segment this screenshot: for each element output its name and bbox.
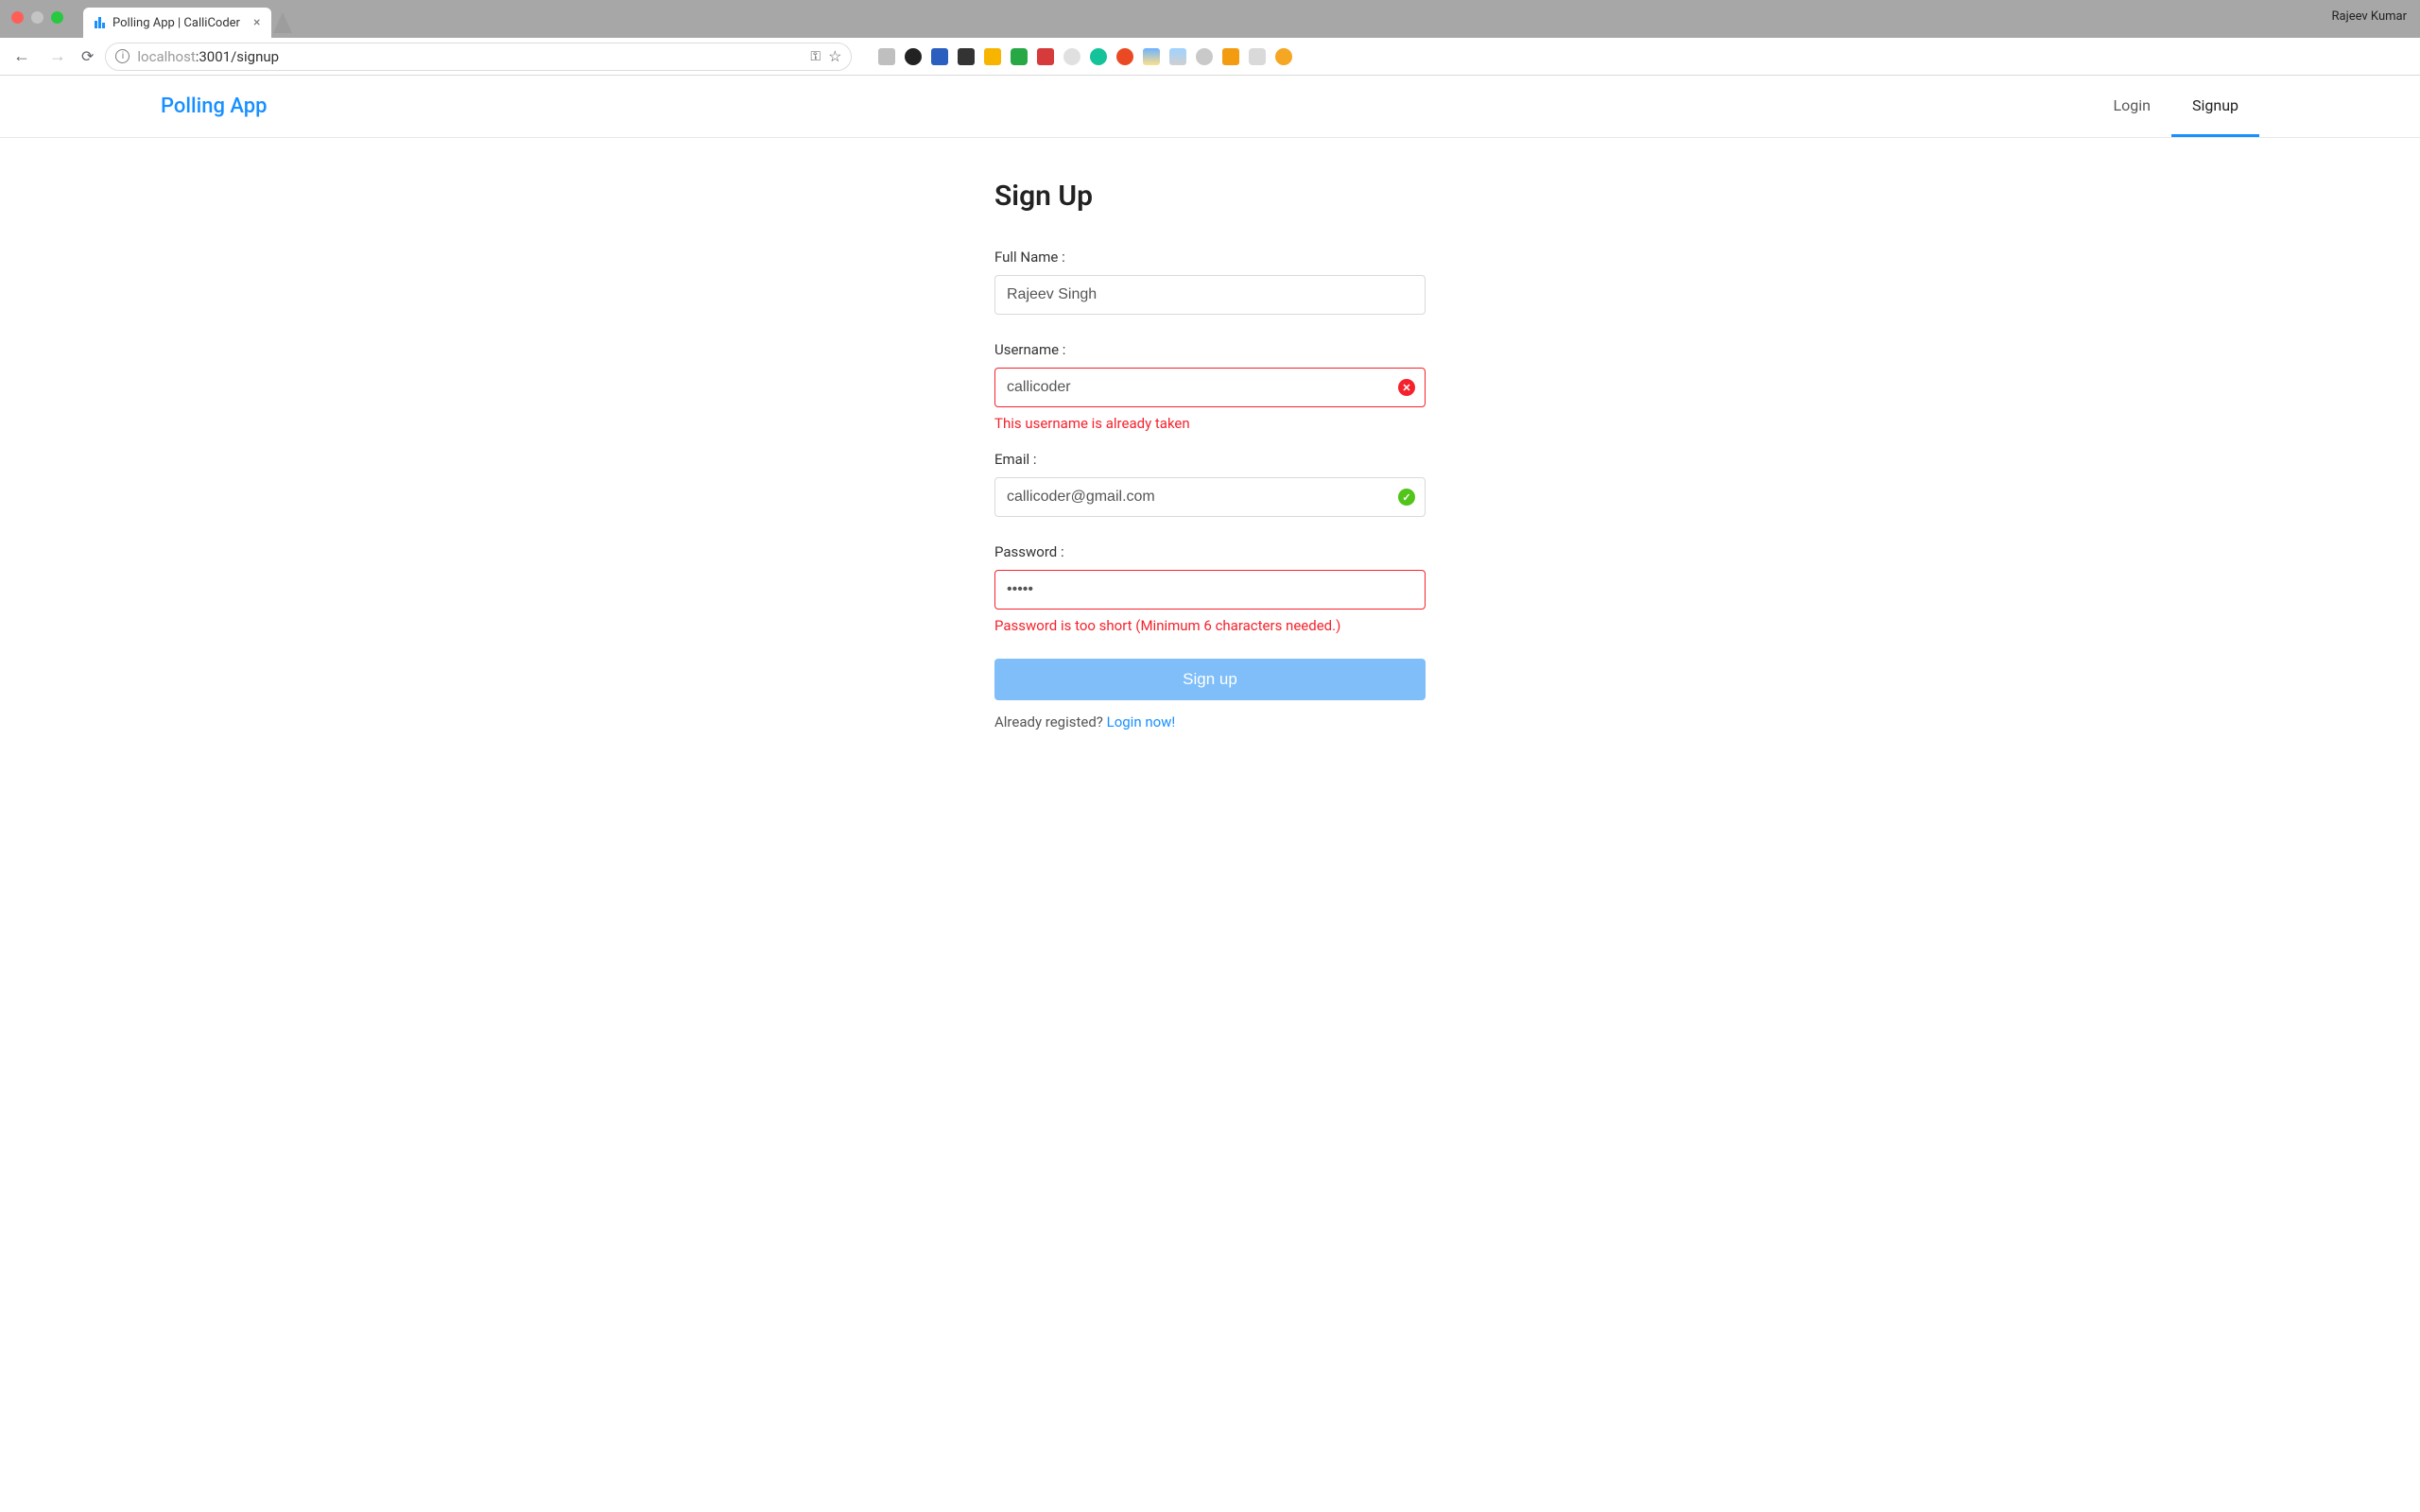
username-input-wrap: ✕	[994, 368, 1426, 407]
username-error: This username is already taken	[994, 415, 1426, 432]
error-icon: ✕	[1398, 379, 1415, 396]
nav-signup[interactable]: Signup	[2171, 76, 2259, 137]
maximize-window-icon[interactable]	[51, 11, 63, 24]
email-label: Email :	[994, 451, 1426, 468]
extension-icon[interactable]	[1196, 48, 1213, 65]
extension-icon[interactable]	[1249, 48, 1266, 65]
nav-login[interactable]: Login	[2093, 76, 2171, 137]
app-header: Polling App Login Signup	[0, 76, 2420, 138]
back-button[interactable]: ←	[9, 46, 34, 66]
browser-toolbar: ← → ⟳ i localhost:3001/signup ⚿ ☆	[0, 38, 2420, 76]
brand-logo[interactable]: Polling App	[161, 94, 268, 118]
password-error: Password is too short (Minimum 6 charact…	[994, 617, 1426, 634]
minimize-window-icon[interactable]	[31, 11, 43, 24]
field-username: Username : ✕ This username is already ta…	[994, 341, 1426, 432]
extension-icon[interactable]	[1063, 48, 1080, 65]
extension-icon[interactable]	[931, 48, 948, 65]
fullname-input-wrap	[994, 275, 1426, 315]
bookmark-star-icon[interactable]: ☆	[828, 47, 841, 65]
window-controls	[11, 11, 63, 24]
titlebar: Polling App | CalliCoder × Rajeev Kumar	[0, 0, 2420, 38]
signup-button[interactable]: Sign up	[994, 659, 1426, 700]
login-now-link[interactable]: Login now!	[1107, 713, 1176, 730]
extension-icon[interactable]	[1090, 48, 1107, 65]
favicon-icon	[95, 17, 105, 28]
forward-button: →	[45, 46, 70, 66]
close-window-icon[interactable]	[11, 11, 24, 24]
login-hint-text: Already registed?	[994, 713, 1107, 730]
fullname-label: Full Name :	[994, 249, 1426, 266]
tab-close-icon[interactable]: ×	[253, 15, 260, 30]
tab-title: Polling App | CalliCoder	[112, 16, 240, 30]
extension-icon[interactable]	[1222, 48, 1239, 65]
url-path: :3001/signup	[196, 48, 279, 65]
extension-icon[interactable]	[905, 48, 922, 65]
field-password: Password : Password is too short (Minimu…	[994, 543, 1426, 634]
url-host: localhost	[137, 48, 195, 65]
username-input[interactable]	[995, 369, 1425, 406]
success-icon: ✓	[1398, 489, 1415, 506]
reload-button[interactable]: ⟳	[81, 47, 94, 65]
username-label: Username :	[994, 341, 1426, 358]
extension-icon[interactable]	[1143, 48, 1160, 65]
extensions-row	[878, 48, 1292, 65]
password-input-wrap	[994, 570, 1426, 610]
fullname-input[interactable]	[995, 276, 1425, 314]
site-info-icon[interactable]: i	[115, 49, 130, 63]
browser-chrome: Polling App | CalliCoder × Rajeev Kumar …	[0, 0, 2420, 76]
extension-icon[interactable]	[1037, 48, 1054, 65]
signup-card: Sign Up Full Name : Username : ✕ This us…	[994, 180, 1426, 730]
page-content: Sign Up Full Name : Username : ✕ This us…	[0, 138, 2420, 730]
extension-icon[interactable]	[878, 48, 895, 65]
extension-icon[interactable]	[1275, 48, 1292, 65]
email-input-wrap: ✓	[994, 477, 1426, 517]
password-key-icon[interactable]: ⚿	[810, 49, 821, 64]
extension-icon[interactable]	[1116, 48, 1133, 65]
browser-tab[interactable]: Polling App | CalliCoder ×	[83, 8, 271, 38]
password-input[interactable]	[995, 571, 1425, 609]
field-email: Email : ✓	[994, 451, 1426, 517]
chrome-profile-name[interactable]: Rajeev Kumar	[2332, 9, 2407, 24]
extension-icon[interactable]	[958, 48, 975, 65]
extension-icon[interactable]	[1011, 48, 1028, 65]
field-fullname: Full Name :	[994, 249, 1426, 315]
header-nav: Login Signup	[2093, 76, 2259, 137]
address-bar[interactable]: i localhost:3001/signup ⚿ ☆	[105, 43, 852, 71]
page-title: Sign Up	[994, 180, 1426, 213]
extension-icon[interactable]	[984, 48, 1001, 65]
url-text: localhost:3001/signup	[137, 48, 803, 65]
password-label: Password :	[994, 543, 1426, 560]
login-hint: Already registed? Login now!	[994, 713, 1426, 730]
extension-icon[interactable]	[1169, 48, 1186, 65]
email-input[interactable]	[995, 478, 1425, 516]
